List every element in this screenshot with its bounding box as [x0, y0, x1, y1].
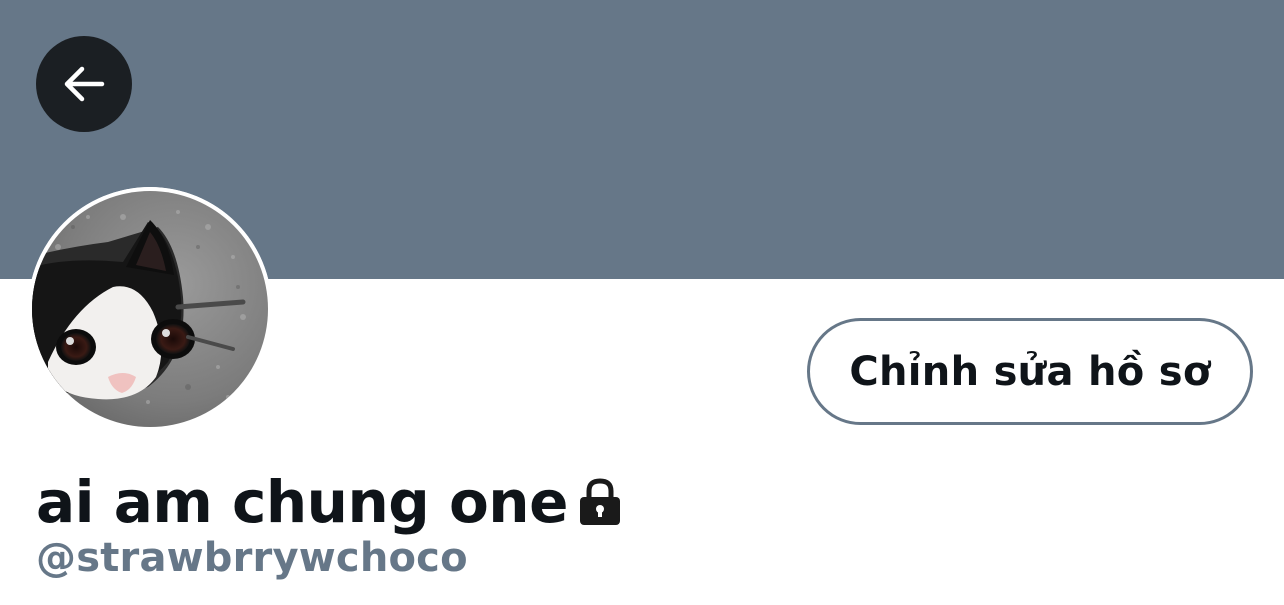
avatar[interactable] [28, 187, 272, 431]
back-button[interactable] [36, 36, 132, 132]
arrow-left-icon [64, 66, 105, 102]
profile-handle: @strawbrrywchoco [36, 535, 468, 581]
edit-profile-label: Chỉnh sửa hồ sơ [849, 348, 1211, 395]
display-name: ai am chung one [36, 468, 568, 536]
edit-profile-button[interactable]: Chỉnh sửa hồ sơ [807, 318, 1253, 425]
lock-icon [576, 476, 624, 528]
profile-page: Chỉnh sửa hồ sơ ai am chung one @strawbr… [0, 0, 1284, 605]
cat-avatar-image [28, 187, 272, 431]
display-name-row: ai am chung one [36, 464, 624, 540]
